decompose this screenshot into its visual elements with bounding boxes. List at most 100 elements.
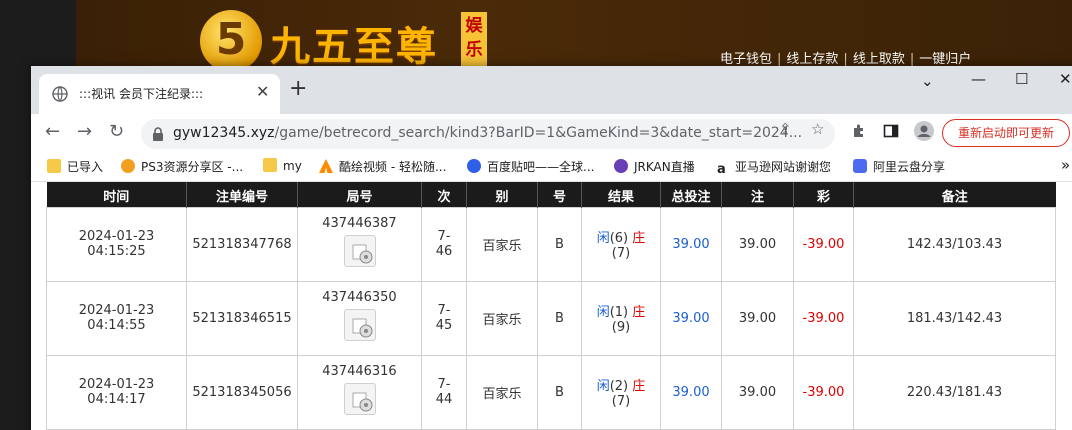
new-tab-icon[interactable]: +	[289, 76, 307, 101]
cell-game: 百家乐	[466, 280, 538, 356]
table-row: 2024-01-23 04:15:25 521318347768 43744638…	[46, 206, 1056, 282]
table-row: 2024-01-23 04:14:55 521318346515 43744635…	[46, 280, 1056, 356]
more-bookmarks-icon[interactable]: »	[1061, 156, 1070, 174]
baidu-paw-icon	[467, 159, 481, 173]
video-replay-icon[interactable]	[343, 383, 376, 415]
cell-result: 闲(2) 庄 (7)	[581, 354, 661, 430]
header-result: 结果	[581, 182, 661, 207]
cell-payout: -39.00	[793, 354, 854, 430]
cell-valid-bet: 39.00	[721, 280, 794, 356]
bookmark-ps3[interactable]: PS3资源分享区 -...	[121, 158, 243, 175]
cell-time: 2024-01-23 04:14:17	[46, 354, 187, 430]
cell-total-bet: 39.00	[660, 354, 722, 430]
bet-record-table: 时间 注单编号 局号 次 别 号 结果 总投注 注 彩 备注 2024-01-2…	[46, 182, 1056, 430]
header-table: 号	[537, 182, 582, 207]
cell-result: 闲(1) 庄 (9)	[581, 280, 661, 356]
nav-withdraw[interactable]: 线上取款	[853, 52, 905, 67]
cell-table: B	[537, 280, 582, 356]
cell-valid-bet: 39.00	[721, 206, 794, 282]
cell-seq: 7- 45	[421, 280, 467, 356]
table-header-row: 时间 注单编号 局号 次 别 号 结果 总投注 注 彩 备注	[46, 182, 1056, 207]
cell-order-no: 521318347768	[186, 206, 298, 282]
bet-record-page: 时间 注单编号 局号 次 别 号 结果 总投注 注 彩 备注 2024-01-2…	[31, 182, 1072, 430]
cell-seq: 7- 44	[421, 354, 467, 430]
extensions-icon[interactable]	[851, 123, 867, 139]
header-payout: 彩	[793, 182, 854, 207]
cell-order-no: 521318345056	[186, 354, 298, 430]
bookmark-imported[interactable]: 已导入	[47, 158, 103, 175]
bookmarks-bar: 已导入 PS3资源分享区 -... my 酷绘视频 - 轻松随... 百度贴吧—…	[31, 152, 1072, 182]
cell-table: B	[537, 206, 582, 282]
cell-game: 百家乐	[466, 354, 538, 430]
cell-table: B	[537, 354, 582, 430]
cell-round-no: 437446350	[297, 280, 422, 356]
header-valid-bet: 注	[721, 182, 794, 207]
forward-icon[interactable]: →	[77, 121, 92, 142]
cell-remark: 181.43/142.43	[853, 280, 1056, 356]
cell-game: 百家乐	[466, 206, 538, 282]
jrkan-icon	[614, 159, 628, 173]
bookmark-amazon[interactable]: a 亚马逊网站谢谢您	[717, 158, 831, 177]
address-bar[interactable]: gyw12345.xyz/game/betrecord_search/kind3…	[141, 119, 835, 149]
video-replay-icon[interactable]	[343, 235, 376, 267]
reload-icon[interactable]: ↻	[109, 121, 124, 142]
globe-icon	[52, 86, 68, 102]
cell-payout: -39.00	[793, 280, 854, 356]
back-icon[interactable]: ←	[45, 121, 60, 142]
header-game: 别	[466, 182, 538, 207]
side-panel-icon[interactable]	[883, 123, 899, 139]
cell-round-no: 437446387	[297, 206, 422, 282]
url-text[interactable]: gyw12345.xyz/game/betrecord_search/kind3…	[173, 125, 802, 141]
folder-icon	[263, 158, 277, 172]
header-round-no: 局号	[297, 182, 422, 207]
tab-close-icon[interactable]: ✕	[256, 82, 269, 101]
site-info-icon[interactable]	[151, 126, 165, 142]
cell-total-bet: 39.00	[660, 206, 722, 282]
title-bar: :::视讯 会员下注纪录::: ✕ + ⌄ — ☐ ✕	[31, 66, 1072, 114]
relaunch-update-button[interactable]: 重新启动即可更新	[942, 119, 1070, 147]
share-icon[interactable]: ⇪	[779, 120, 792, 138]
bookmark-my[interactable]: my	[263, 158, 302, 173]
header-total-bet: 总投注	[660, 182, 722, 207]
profile-avatar-icon[interactable]	[914, 121, 934, 141]
bookmark-star-icon[interactable]: ☆	[811, 120, 824, 138]
casino-logo-tag: 娱乐	[461, 12, 487, 68]
header-time: 时间	[46, 182, 187, 207]
aliyun-drive-icon	[853, 159, 867, 173]
tab-search-icon[interactable]: ⌄	[921, 72, 934, 90]
minimize-icon[interactable]: —	[971, 70, 986, 88]
cell-round-no: 437446316	[297, 354, 422, 430]
cell-order-no: 521318346515	[186, 280, 298, 356]
nav-one-click[interactable]: 一键归户	[919, 52, 971, 67]
bookmark-video[interactable]: 酷绘视频 - 轻松随...	[319, 158, 446, 175]
cell-remark: 142.43/103.43	[853, 206, 1056, 282]
nav-wallet[interactable]: 电子钱包	[720, 52, 772, 67]
close-window-icon[interactable]: ✕	[1059, 70, 1072, 88]
bookmark-aliyun[interactable]: 阿里云盘分享	[853, 158, 945, 175]
tab-title: :::视讯 会员下注纪录:::	[79, 87, 204, 101]
cell-result: 闲(6) 庄 (7)	[581, 206, 661, 282]
folder-icon	[47, 159, 61, 173]
browser-tab[interactable]: :::视讯 会员下注纪录::: ✕	[39, 74, 280, 114]
video-site-icon	[319, 159, 333, 173]
amazon-icon: a	[717, 162, 726, 177]
bookmark-tieba[interactable]: 百度贴吧——全球...	[467, 158, 594, 175]
video-replay-icon[interactable]	[343, 309, 376, 341]
maximize-icon[interactable]: ☐	[1015, 70, 1028, 88]
casino-logo-icon: 5	[200, 10, 262, 72]
cell-seq: 7- 46	[421, 206, 467, 282]
casino-logo-text: 九五至尊	[270, 23, 438, 70]
cell-valid-bet: 39.00	[721, 354, 794, 430]
cell-time: 2024-01-23 04:14:55	[46, 280, 187, 356]
header-order-no: 注单编号	[186, 182, 298, 207]
cell-total-bet: 39.00	[660, 280, 722, 356]
browser-toolbar: ← → ↻ gyw12345.xyz/game/betrecord_search…	[31, 114, 1072, 152]
cell-remark: 220.43/181.43	[853, 354, 1056, 430]
cell-payout: -39.00	[793, 206, 854, 282]
nav-deposit[interactable]: 线上存款	[786, 52, 838, 67]
table-row: 2024-01-23 04:14:17 521318345056 43744631…	[46, 354, 1056, 430]
bookmark-jrkan[interactable]: JRKAN直播	[614, 158, 695, 175]
header-seq: 次	[421, 182, 467, 207]
browser-window: :::视讯 会员下注纪录::: ✕ + ⌄ — ☐ ✕ ← → ↻ gyw123…	[31, 66, 1072, 430]
header-remark: 备注	[853, 182, 1056, 207]
